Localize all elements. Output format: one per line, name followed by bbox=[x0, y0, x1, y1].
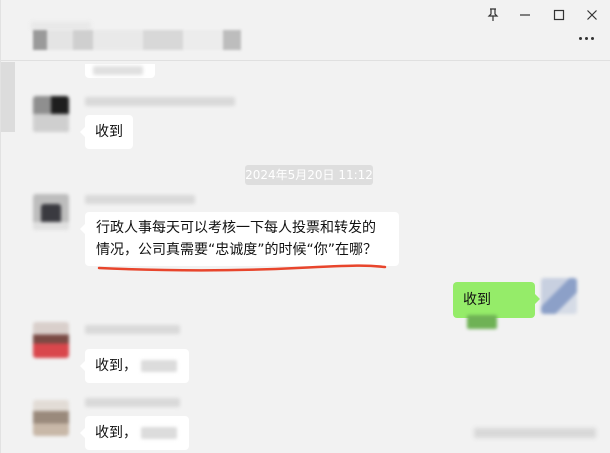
red-underline-annotation bbox=[97, 264, 387, 272]
pin-button[interactable] bbox=[482, 6, 504, 24]
message-bubble[interactable]: 收到， bbox=[80, 416, 189, 450]
message-text: 收到 bbox=[95, 124, 123, 140]
sender-name-blurred bbox=[85, 195, 195, 204]
chat-title-blurred bbox=[33, 30, 241, 50]
sender-name-blurred bbox=[85, 97, 235, 106]
more-dots-icon bbox=[578, 36, 582, 40]
avatar[interactable] bbox=[33, 194, 69, 230]
maximize-icon bbox=[553, 9, 565, 21]
message-bubble[interactable]: 收到， bbox=[80, 349, 189, 383]
minimize-icon bbox=[520, 14, 530, 16]
blurred-title-top bbox=[31, 22, 91, 30]
message-text: 收到， bbox=[95, 358, 137, 374]
message-timestamp: 2024年5月20日 11:12 bbox=[245, 165, 373, 185]
message-text: 收到 bbox=[463, 292, 491, 308]
my-message-bubble[interactable]: 收到 bbox=[453, 282, 540, 329]
sender-name-blurred bbox=[85, 325, 180, 334]
more-options-button[interactable] bbox=[575, 32, 597, 44]
chat-header bbox=[1, 0, 610, 61]
partial-bubble-blur bbox=[93, 66, 143, 75]
close-button[interactable] bbox=[581, 6, 603, 24]
minimize-button[interactable] bbox=[514, 6, 536, 24]
message-text: 行政人事每天可以考核一下每人投票和转发的情况，公司真需要“忠诚度”的时候“你”在… bbox=[96, 220, 378, 258]
message-bubble[interactable]: 行政人事每天可以考核一下每人投票和转发的情况，公司真需要“忠诚度”的时候“你”在… bbox=[80, 212, 399, 266]
maximize-button[interactable] bbox=[548, 6, 570, 24]
close-icon bbox=[587, 10, 597, 20]
avatar[interactable] bbox=[33, 96, 69, 132]
avatar[interactable] bbox=[33, 322, 69, 358]
blurred-text bbox=[467, 315, 497, 329]
blurred-text bbox=[141, 360, 178, 372]
blurred-watermark bbox=[474, 428, 596, 438]
chat-window: 收到 2024年5月20日 11:12 行政人事每天可以考核一下每人投票和转发的… bbox=[0, 0, 610, 453]
message-bubble[interactable]: 收到 bbox=[80, 115, 133, 149]
pin-icon bbox=[487, 8, 499, 21]
sender-name-blurred bbox=[85, 398, 180, 407]
message-text: 收到， bbox=[95, 425, 137, 441]
blurred-text bbox=[141, 427, 178, 439]
scrollbar[interactable] bbox=[1, 62, 15, 132]
avatar[interactable] bbox=[33, 400, 69, 436]
my-avatar[interactable] bbox=[541, 278, 577, 314]
